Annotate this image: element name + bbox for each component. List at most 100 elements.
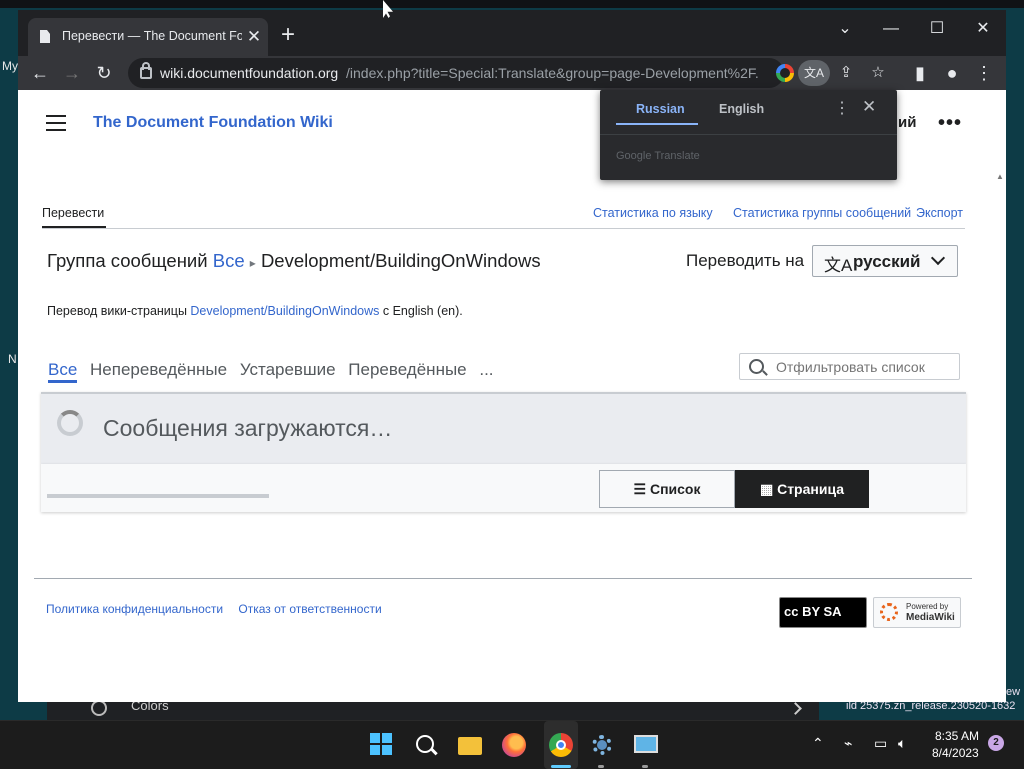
filter-tab-outdated[interactable]: Устаревшие — [240, 360, 336, 379]
bookmark-star-icon[interactable]: ☆ — [866, 61, 890, 85]
network-icon[interactable]: ⌁ — [844, 735, 852, 752]
translate-icon[interactable]: 文A — [798, 60, 830, 86]
tab-close-icon[interactable]: ✕ — [244, 27, 264, 47]
disclaimer-link[interactable]: Отказ от ответственности — [238, 602, 381, 616]
volume-icon[interactable]: 🔈︎ — [898, 735, 906, 752]
group-name[interactable]: Development/BuildingOnWindows — [261, 250, 541, 271]
address-bar[interactable]: wiki.documentfoundation.org /index.php?t… — [128, 58, 885, 88]
firefox-icon[interactable] — [498, 729, 530, 761]
scroll-up-icon[interactable]: ▲ — [996, 172, 1004, 181]
forward-arrow-icon[interactable]: → — [58, 59, 86, 87]
window-close-icon[interactable]: ✕ — [960, 14, 1006, 44]
translate-options-icon[interactable]: ⋮ — [834, 98, 850, 118]
search-icon — [749, 359, 764, 374]
privacy-policy-link[interactable]: Политика конфиденциальности — [46, 602, 223, 616]
tab-export[interactable]: Экспорт — [916, 206, 963, 220]
web-page: The Document Foundation Wiki ий ••• Пере… — [18, 90, 1006, 702]
tab-search-chevron-icon[interactable]: ⌄ — [822, 14, 868, 44]
clock-time[interactable]: 8:35 AM — [935, 729, 979, 743]
tab-language-stats[interactable]: Статистика по языку — [593, 206, 713, 220]
filter-tab-more[interactable]: ... — [479, 360, 493, 379]
mediawiki-logo-icon — [880, 603, 898, 621]
chevron-down-icon — [930, 250, 946, 266]
chevron-right-icon — [789, 702, 802, 715]
file-explorer-icon[interactable] — [454, 729, 486, 761]
notification-badge[interactable]: 2 — [988, 735, 1004, 751]
desc-suffix: с English (en). — [379, 304, 463, 318]
settings-gear-icon[interactable] — [586, 729, 618, 761]
page-icon — [40, 30, 50, 43]
translate-to-label: Переводить на — [686, 251, 805, 270]
browser-toolbar: ← → ↻ wiki.documentfoundation.org /index… — [18, 56, 1006, 90]
filter-tab-translated[interactable]: Переведённые — [348, 360, 466, 379]
desktop-label: N — [8, 352, 17, 366]
filter-tab-untranslated[interactable]: Непереведённые — [90, 360, 227, 379]
desc-page-link[interactable]: Development/BuildingOnWindows — [190, 304, 379, 318]
mw-badge-bottom: MediaWiki — [906, 612, 955, 623]
desc-prefix: Перевод вики-страницы — [47, 304, 191, 318]
windows-start-icon[interactable] — [368, 729, 400, 761]
desktop-top-strip — [0, 0, 1024, 8]
loading-panel: Сообщения загружаются… — [41, 392, 966, 464]
footer-divider — [34, 578, 972, 579]
reload-icon[interactable]: ↻ — [90, 59, 118, 87]
group-all-link[interactable]: Все — [213, 250, 245, 271]
url-domain: wiki.documentfoundation.org — [160, 65, 339, 81]
selected-lang-underline — [616, 123, 698, 125]
share-icon[interactable]: ⇪ — [834, 61, 858, 85]
filter-search-box[interactable] — [739, 353, 960, 380]
url-path: /index.php?title=Special:Translate&group… — [346, 65, 760, 81]
site-title[interactable]: The Document Foundation Wiki — [93, 114, 333, 132]
page-scrollbar[interactable]: ▲ ▼ — [994, 170, 1006, 702]
tray-overflow-chevron-icon[interactable]: ⌃ — [812, 735, 824, 752]
more-options-icon[interactable]: ••• — [938, 112, 962, 135]
google-icon[interactable] — [776, 64, 794, 82]
page-tabs: Перевести Статистика по языку Статистика… — [42, 206, 965, 229]
display-icon[interactable]: ▭ — [874, 735, 887, 752]
powered-by-mediawiki-badge[interactable]: Powered by MediaWiki — [873, 597, 961, 628]
filter-input[interactable] — [774, 358, 958, 376]
minimize-icon[interactable]: — — [868, 14, 914, 44]
header-user-link[interactable]: ий — [898, 114, 916, 131]
translate-lang-source[interactable]: Russian — [636, 102, 685, 116]
filter-tab-all[interactable]: Все — [48, 360, 78, 383]
language-label: русский — [853, 252, 921, 271]
palette-icon — [91, 700, 107, 716]
lock-icon[interactable] — [140, 62, 152, 79]
build-watermark-suffix: ew — [1006, 686, 1021, 698]
language-icon: 文A — [824, 256, 853, 275]
load-progress-bar — [47, 494, 269, 498]
side-panel-icon[interactable]: ▮ — [906, 59, 934, 87]
menu-kebab-icon[interactable]: ⋮ — [970, 59, 998, 87]
language-selector-button[interactable]: 文A русский — [812, 245, 958, 277]
creative-commons-badge[interactable]: cc BY SA — [779, 597, 867, 628]
tab-translate[interactable]: Перевести — [42, 206, 104, 220]
loading-text: Сообщения загружаются… — [103, 415, 393, 441]
mw-badge-top: Powered by — [906, 602, 949, 611]
translate-close-icon[interactable]: ✕ — [862, 97, 876, 117]
page-description: Перевод вики-страницы Development/Buildi… — [47, 304, 463, 318]
tab-group-stats[interactable]: Статистика группы сообщений — [733, 206, 911, 220]
view-toolbar: ☰ Список ▦ Страница — [41, 464, 966, 512]
list-view-button[interactable]: ☰ Список — [599, 470, 735, 508]
message-filter-tabs: Все Непереведённые Устаревшие Переведённ… — [48, 360, 502, 383]
taskbar: ⌃ ⌁ ▭ 🔈︎ 8:35 AM 8/4/2023 2 — [0, 720, 1024, 769]
page-view-button[interactable]: ▦ Страница — [735, 470, 869, 508]
translate-lang-target[interactable]: English — [719, 102, 764, 116]
chrome-icon[interactable] — [545, 729, 577, 761]
powered-by-google-translate: Google Translate — [616, 150, 700, 162]
active-tab-underline — [42, 226, 106, 228]
hamburger-menu-icon[interactable] — [46, 115, 66, 131]
breadcrumb-separator-icon: ▸ — [249, 256, 256, 270]
group-label: Группа сообщений — [47, 250, 208, 271]
remote-desktop-icon[interactable] — [630, 729, 662, 761]
back-arrow-icon[interactable]: ← — [26, 59, 54, 87]
clock-date[interactable]: 8/4/2023 — [932, 746, 979, 760]
browser-tab[interactable]: Перевести — The Document Fou ✕ — [28, 18, 268, 56]
new-tab-icon[interactable]: + — [276, 23, 300, 48]
list-view-label: Список — [649, 481, 701, 497]
maximize-icon[interactable]: ☐ — [914, 14, 960, 44]
profile-icon[interactable]: ● — [938, 59, 966, 87]
popup-divider — [600, 134, 897, 135]
search-icon[interactable] — [410, 729, 442, 761]
